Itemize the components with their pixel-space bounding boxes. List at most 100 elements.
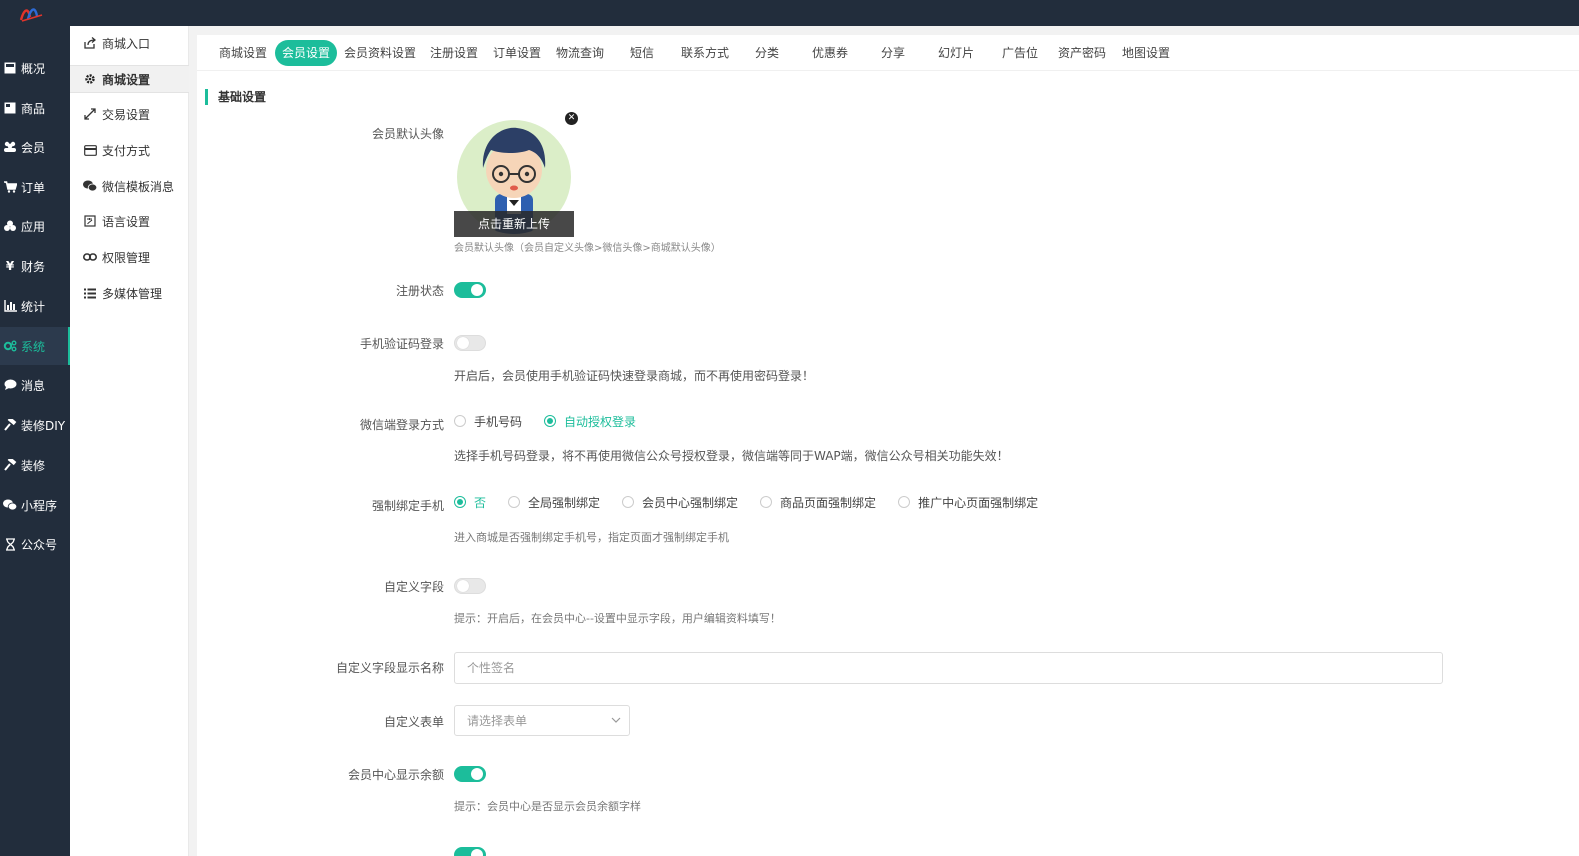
sidebar-item-apps[interactable]: 应用 [0, 207, 70, 245]
sidebar-item-goods[interactable]: 商品 [0, 89, 70, 127]
subnav-item-mall-settings[interactable]: 商城设置 [70, 65, 189, 93]
tab-coupon[interactable]: 优惠券 [800, 40, 860, 66]
sidebar-item-label: 会员 [21, 140, 46, 155]
custom-form-label: 自定义表单 [383, 715, 444, 729]
tab-member-settings[interactable]: 会员设置 [275, 40, 337, 66]
sidebar-item-decor[interactable]: 装修 [0, 446, 70, 484]
yen-icon: ¥ [5, 259, 15, 273]
sidebar-item-system[interactable]: 系统 [0, 327, 70, 365]
subnav-item-permissions[interactable]: 权限管理 [70, 243, 189, 271]
hammer-icon [3, 418, 17, 432]
custom-field-switch[interactable] [454, 578, 486, 594]
tab-sms[interactable]: 短信 [617, 40, 667, 66]
cart-icon [3, 180, 17, 194]
tab-category[interactable]: 分类 [742, 40, 792, 66]
bar-chart-icon [3, 299, 17, 313]
tab-share[interactable]: 分享 [868, 40, 918, 66]
tab-slides[interactable]: 幻灯片 [925, 40, 987, 66]
sidebar-item-label: 财务 [21, 259, 46, 274]
custom-field-label: 自定义字段 [383, 580, 444, 594]
sidebar-item-overview[interactable]: 概况 [0, 49, 70, 87]
tab-register[interactable]: 注册设置 [423, 40, 485, 66]
wechat-login-label: 微信端登录方式 [359, 418, 444, 432]
link-icon [83, 250, 97, 264]
tab-asset-password[interactable]: 资产密码 [1052, 40, 1112, 66]
register-status-switch[interactable] [454, 282, 486, 298]
custom-field-hint: 提示：开启后，在会员中心--设置中显示字段，用户编辑资料填写！ [454, 612, 781, 625]
sidebar-item-label: 小程序 [21, 498, 58, 513]
subnav-item-mall-entry[interactable]: 商城入口 [70, 29, 189, 57]
radio-global-bind[interactable]: 全局强制绑定 [508, 494, 600, 511]
card-icon [83, 143, 97, 157]
subnav-item-wechat-template[interactable]: 微信模板消息 [70, 172, 189, 200]
sidebar-item-finance[interactable]: ¥ 财务 [0, 247, 70, 285]
main-sidebar: 概况 商品 会员 订单 应用 ¥ 财务 统计 系统 消息 装修DIY 装修 小程… [0, 26, 70, 856]
custom-field-name-label: 自定义字段显示名称 [335, 661, 444, 675]
subnav-item-label: 商城设置 [102, 72, 151, 87]
sidebar-item-members[interactable]: 会员 [0, 128, 70, 166]
chevron-down-icon [611, 717, 621, 723]
show-balance-hint: 提示：会员中心是否显示会员余额字样 [454, 800, 641, 813]
custom-form-select[interactable]: 请选择表单 [454, 705, 630, 736]
tab-map-settings[interactable]: 地图设置 [1115, 40, 1177, 66]
settings-subnav: 商城入口 商城设置 交易设置 支付方式 微信模板消息 语言设置 权限管理 多媒体… [70, 26, 189, 856]
sidebar-item-mini-program[interactable]: 小程序 [0, 486, 70, 524]
tab-ad-slots[interactable]: 广告位 [990, 40, 1050, 66]
sidebar-item-label: 统计 [21, 299, 46, 314]
sidebar-item-label: 公众号 [21, 537, 58, 552]
tab-order[interactable]: 订单设置 [486, 40, 548, 66]
show-balance-switch[interactable] [454, 766, 486, 782]
subnav-item-label: 微信模板消息 [102, 179, 175, 194]
sidebar-item-label: 商品 [21, 101, 46, 116]
sidebar-item-messages[interactable]: 消息 [0, 366, 70, 404]
sidebar-item-label: 系统 [21, 339, 46, 354]
radio-promotion-center-bind[interactable]: 推广中心页面强制绑定 [898, 494, 1038, 511]
show-balance-label: 会员中心显示余额 [347, 768, 444, 782]
remove-avatar-icon[interactable]: ✕ [565, 112, 578, 125]
subnav-item-media[interactable]: 多媒体管理 [70, 279, 189, 307]
wechat-icon [83, 179, 97, 193]
radio-phone-number[interactable]: 手机号码 [454, 413, 522, 430]
sms-login-switch[interactable] [454, 335, 486, 351]
subnav-item-trade-settings[interactable]: 交易设置 [70, 100, 189, 128]
apps-icon [3, 219, 17, 233]
radio-no-bind[interactable]: 否 [454, 494, 486, 511]
gear-icon [83, 72, 97, 86]
tab-mall-settings[interactable]: 商城设置 [211, 40, 275, 66]
settings-tabs: 商城设置 会员设置 会员资料设置 注册设置 订单设置 物流查询 短信 联系方式 … [197, 35, 1579, 71]
sidebar-item-orders[interactable]: 订单 [0, 168, 70, 206]
radio-auto-auth[interactable]: 自动授权登录 [544, 413, 636, 430]
subnav-item-label: 商城入口 [102, 36, 151, 51]
tab-contact[interactable]: 联系方式 [674, 40, 736, 66]
sidebar-item-stats[interactable]: 统计 [0, 287, 70, 325]
main-content: 商城设置 会员设置 会员资料设置 注册设置 订单设置 物流查询 短信 联系方式 … [197, 35, 1579, 856]
wechat-login-radio-group: 手机号码 自动授权登录 [454, 412, 658, 430]
custom-field-name-input[interactable] [454, 652, 1443, 684]
brand-logo-icon[interactable] [18, 3, 46, 23]
sidebar-item-decor-diy[interactable]: 装修DIY [0, 406, 70, 444]
subnav-item-label: 交易设置 [102, 107, 151, 122]
wechat-login-hint: 选择手机号码登录，将不再使用微信公众号授权登录，微信端等同于WAP端，微信公众号… [454, 449, 1009, 463]
next-setting-switch[interactable] [454, 847, 486, 856]
subnav-item-payment[interactable]: 支付方式 [70, 136, 189, 164]
radio-member-center-bind[interactable]: 会员中心强制绑定 [622, 494, 738, 511]
overview-icon [3, 61, 17, 75]
sidebar-item-label: 消息 [21, 378, 46, 393]
avatar-label: 会员默认头像 [371, 127, 444, 141]
tab-member-profile[interactable]: 会员资料设置 [341, 40, 419, 66]
force-bind-label: 强制绑定手机 [371, 499, 444, 513]
radio-goods-page-bind[interactable]: 商品页面强制绑定 [760, 494, 876, 511]
subnav-item-language[interactable]: 语言设置 [70, 207, 189, 235]
section-title: 基础设置 [205, 89, 266, 105]
hourglass-icon [3, 537, 17, 551]
sidebar-item-official-account[interactable]: 公众号 [0, 525, 70, 563]
share-icon [83, 36, 97, 50]
hammer-icon [3, 458, 17, 472]
language-icon [83, 214, 97, 228]
avatar-uploader[interactable]: 点击重新上传 [454, 116, 574, 237]
reupload-button[interactable]: 点击重新上传 [454, 211, 574, 237]
tab-logistics[interactable]: 物流查询 [549, 40, 611, 66]
subnav-item-label: 支付方式 [102, 143, 151, 158]
sidebar-item-label: 装修DIY [21, 418, 66, 433]
sidebar-item-label: 应用 [21, 219, 46, 234]
